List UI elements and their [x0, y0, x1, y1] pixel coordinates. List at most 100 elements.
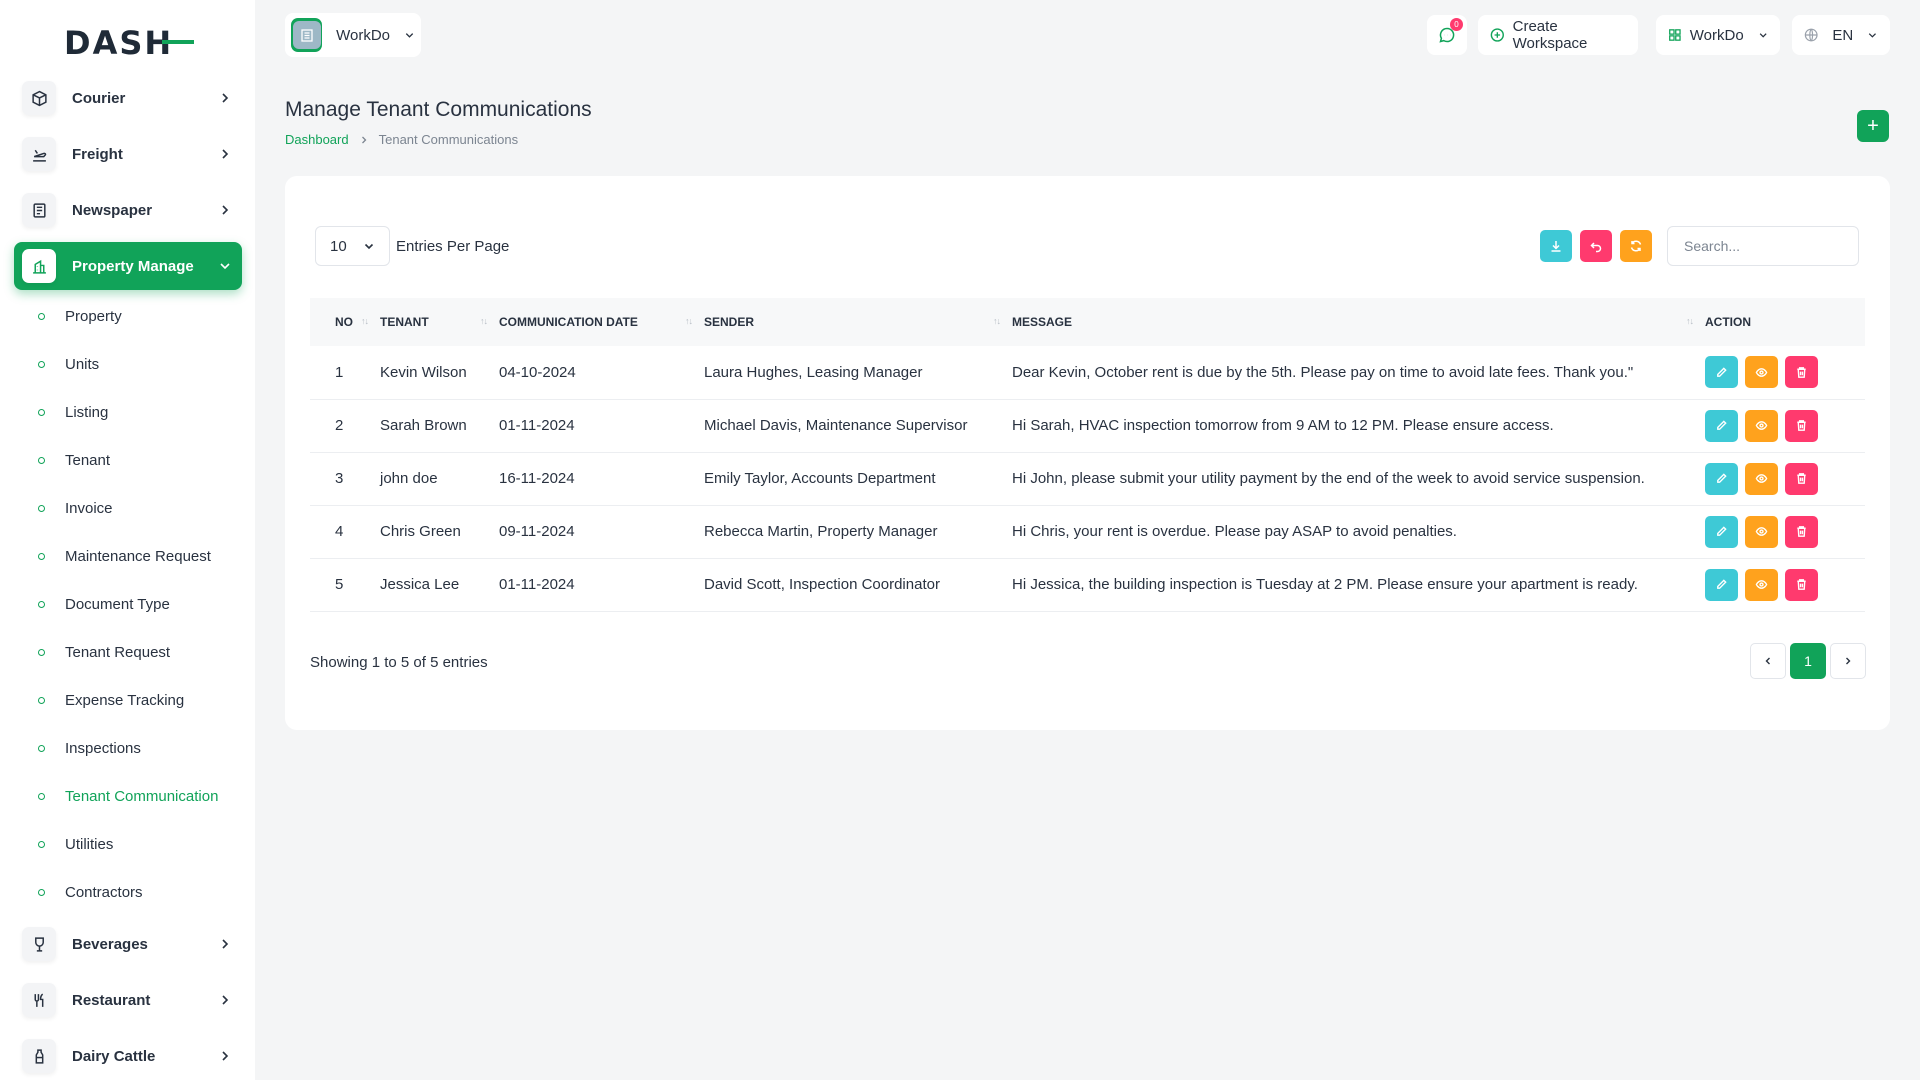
- column-header-label: SENDER: [704, 315, 755, 329]
- messages-button[interactable]: 0: [1427, 15, 1467, 55]
- submenu-label: Contractors: [65, 883, 143, 901]
- cell-no: 1: [335, 363, 344, 381]
- chevron-left-icon: [1765, 657, 1770, 665]
- cell-actions: [1705, 558, 1865, 611]
- chevron-right-icon: [222, 995, 229, 1005]
- sidebar-item-property-manage[interactable]: Property Manage: [14, 242, 242, 290]
- entries-select[interactable]: 10: [315, 226, 390, 266]
- column-header-label: COMMUNICATION DATE: [499, 315, 638, 329]
- trash-icon: [1797, 579, 1806, 590]
- add-communication-button[interactable]: +: [1857, 110, 1889, 142]
- chevron-right-icon: [222, 939, 229, 949]
- breadcrumb-dashboard-link[interactable]: Dashboard: [285, 132, 349, 147]
- chevron-right-icon: [1846, 657, 1851, 665]
- edit-button[interactable]: [1705, 462, 1738, 495]
- table-row: 3 john doe 16-11-2024 Emily Taylor, Acco…: [310, 452, 1865, 505]
- column-header-tenant[interactable]: TENANT ↑↓: [380, 298, 499, 346]
- cell-actions: [1705, 505, 1865, 558]
- pencil-icon: [1717, 420, 1727, 430]
- table-toolbar: [1540, 230, 1660, 262]
- edit-button[interactable]: [1705, 409, 1738, 442]
- export-button[interactable]: [1540, 230, 1572, 262]
- entries-label: Entries Per Page: [396, 237, 510, 255]
- cell-tenant: Sarah Brown: [380, 417, 467, 434]
- trash-icon: [1797, 420, 1806, 431]
- edit-button[interactable]: [1705, 515, 1738, 548]
- column-header-message[interactable]: MESSAGE ↑↓: [1012, 298, 1705, 346]
- sidebar-item-dairy-cattle[interactable]: Dairy Cattle: [14, 1032, 242, 1080]
- sidebar-item-beverages[interactable]: Beverages: [14, 920, 242, 968]
- submenu-item-document-type[interactable]: Document Type: [0, 580, 255, 628]
- submenu-item-units[interactable]: Units: [0, 340, 255, 388]
- bullet-icon: [38, 648, 45, 656]
- delete-button[interactable]: [1785, 409, 1818, 442]
- submenu-label: Invoice: [65, 499, 113, 517]
- search-input[interactable]: [1667, 226, 1859, 266]
- chevron-down-icon: [405, 33, 414, 38]
- sidebar-item-restaurant[interactable]: Restaurant: [14, 976, 242, 1024]
- language-selector[interactable]: EN: [1792, 15, 1890, 55]
- eye-icon: [1755, 580, 1768, 589]
- pencil-icon: [1717, 367, 1727, 377]
- submenu-item-listing[interactable]: Listing: [0, 388, 255, 436]
- submenu-item-property[interactable]: Property: [0, 292, 255, 340]
- cell-actions: [1705, 346, 1865, 399]
- pagination-page-button[interactable]: 1: [1790, 643, 1826, 679]
- edit-button[interactable]: [1705, 568, 1738, 601]
- notification-badge: 0: [1450, 18, 1463, 31]
- chevron-down-icon: [1759, 33, 1767, 38]
- column-header-no[interactable]: NO ↑↓: [310, 298, 380, 346]
- submenu-label: Document Type: [65, 595, 170, 613]
- delete-button[interactable]: [1785, 462, 1818, 495]
- submenu-label: Maintenance Request: [65, 547, 211, 565]
- workspace-selector[interactable]: WorkDo: [285, 13, 421, 57]
- create-workspace-label: Create Workspace: [1512, 18, 1588, 52]
- sidebar-item-newspaper[interactable]: Newspaper: [14, 186, 242, 234]
- view-button[interactable]: [1745, 568, 1778, 601]
- edit-button[interactable]: [1705, 356, 1738, 389]
- submenu-item-invoice[interactable]: Invoice: [0, 484, 255, 532]
- pagination-prev-button[interactable]: [1750, 643, 1786, 679]
- pagination-next-button[interactable]: [1830, 643, 1866, 679]
- column-header-date[interactable]: COMMUNICATION DATE ↑↓: [499, 298, 704, 346]
- delete-button[interactable]: [1785, 356, 1818, 389]
- submenu-item-expense-tracking[interactable]: Expense Tracking: [0, 676, 255, 724]
- column-header-sender[interactable]: SENDER ↑↓: [704, 298, 1012, 346]
- view-button[interactable]: [1745, 356, 1778, 389]
- workdo-menu-button[interactable]: WorkDo: [1656, 15, 1780, 55]
- view-button[interactable]: [1745, 462, 1778, 495]
- sidebar-item-freight[interactable]: Freight: [14, 130, 242, 178]
- sidebar-item-label: Restaurant: [72, 991, 151, 1009]
- bottle-icon: [22, 1039, 56, 1073]
- chevron-down-icon: [220, 263, 230, 270]
- view-button[interactable]: [1745, 515, 1778, 548]
- bullet-icon: [38, 888, 45, 896]
- reload-button[interactable]: [1620, 230, 1652, 262]
- dash-logo[interactable]: DASH: [64, 22, 194, 62]
- submenu-label: Listing: [65, 403, 109, 421]
- submenu-item-maintenance-request[interactable]: Maintenance Request: [0, 532, 255, 580]
- undo-icon: [1590, 242, 1602, 253]
- column-header-label: ACTION: [1705, 315, 1751, 329]
- delete-button[interactable]: [1785, 568, 1818, 601]
- sidebar-item-courier[interactable]: Courier: [14, 74, 242, 122]
- submenu-item-utilities[interactable]: Utilities: [0, 820, 255, 868]
- reset-button[interactable]: [1580, 230, 1612, 262]
- cell-sender: Emily Taylor, Accounts Department: [704, 470, 936, 487]
- submenu-item-contractors[interactable]: Contractors: [0, 868, 255, 916]
- sidebar-bottom-nav: Beverages Restaurant Dairy Cattle: [14, 920, 242, 1080]
- building-icon: [292, 21, 321, 49]
- submenu-item-tenant[interactable]: Tenant: [0, 436, 255, 484]
- submenu-item-inspections[interactable]: Inspections: [0, 724, 255, 772]
- submenu-item-tenant-communication[interactable]: Tenant Communication: [0, 772, 255, 820]
- pagination: 1: [1750, 643, 1870, 679]
- sort-icon: ↑↓: [1686, 316, 1694, 326]
- sidebar-top-nav: Courier Freight Newspaper Property Manag…: [14, 74, 242, 298]
- view-button[interactable]: [1745, 409, 1778, 442]
- submenu-item-tenant-request[interactable]: Tenant Request: [0, 628, 255, 676]
- cell-sender: Laura Hughes, Leasing Manager: [704, 363, 923, 381]
- create-workspace-button[interactable]: Create Workspace: [1478, 15, 1638, 55]
- bullet-icon: [38, 744, 45, 752]
- cell-sender: Rebecca Martin, Property Manager: [704, 523, 938, 540]
- delete-button[interactable]: [1785, 515, 1818, 548]
